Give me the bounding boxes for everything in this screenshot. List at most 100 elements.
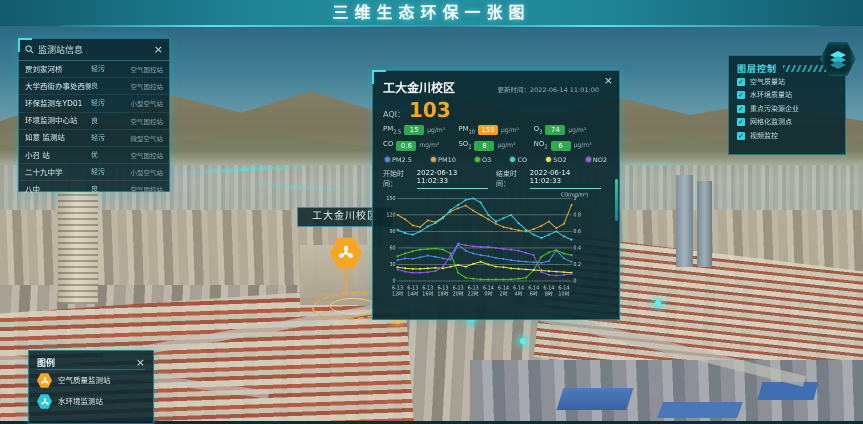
svg-text:CO(mg/m³): CO(mg/m³) [561,192,588,198]
pollutant-name: O3 [534,125,543,135]
station-list: 贾刘家河桥 轻污 空气国控站 大学西街办事处西侧 良 空气国控站 环保监测车YD… [19,61,169,199]
layer-toggle-item[interactable]: ✓ 水环境质量站 [737,89,837,103]
layer-toggle-item[interactable]: ✓ 网格化监测点 [737,116,837,130]
station-name: 大学西街办事处西侧 [25,81,91,92]
layer-label: 重点污染源企业 [750,104,799,114]
svg-text:30: 30 [389,262,395,268]
station-type: 空气国控站 [113,116,163,126]
checkbox-checked-icon[interactable]: ✓ [737,91,745,99]
chart-legend-item[interactable]: PM10 [431,156,456,164]
start-time-label: 开始时间： [383,169,417,189]
chart-legend-item[interactable]: NO2 [586,156,607,164]
blue-roof-warehouse [758,382,819,400]
popup-station-title: 工大金川校区 [383,79,455,96]
app-header: 三维生态环保一张图 [0,0,863,26]
pollutant-cell: O3 74 μg/m³ [534,125,609,135]
close-icon[interactable]: × [154,44,163,55]
checkbox-checked-icon[interactable]: ✓ [737,132,745,140]
station-name: 如意 监测站 [25,132,91,143]
svg-text:6-142时: 6-142时 [498,286,509,298]
legend-label: CO [517,156,527,164]
line-chart-canvas[interactable]: 030609012015000.20.40.60.81CO(mg/m³)6-13… [383,191,589,301]
station-name: 贾刘家河桥 [25,64,91,75]
station-list-item[interactable]: 贾刘家河桥 轻污 空气国控站 [19,61,169,78]
checkbox-checked-icon[interactable]: ✓ [737,78,745,86]
chart-legend-item[interactable]: SO2 [546,156,566,164]
legend-panel-title: 图例 [37,356,136,369]
svg-text:90: 90 [389,229,395,235]
close-icon[interactable]: × [604,75,613,86]
pollutant-cell: NO2 6 μg/m³ [534,140,609,150]
landmark-tower [58,192,98,304]
layer-toggle-item[interactable]: ✓ 空气质量站 [737,75,837,89]
station-panel-title: 监测站信息 [38,43,154,56]
svg-text:0: 0 [393,279,396,285]
station-type: 空气国控站 [113,64,163,74]
layer-toggle-item[interactable]: ✓ 重点污染源企业 [737,102,837,116]
highrise-tower [697,181,712,267]
station-name: 环境监测中心站 [25,115,91,126]
legend-dot-icon [586,157,591,162]
pollutant-cell: CO 0.6 mg/m³ [383,140,458,150]
chart-legend-item[interactable]: PM2.5 [385,156,412,164]
header-accent-line-left [59,25,440,27]
layer-label: 空气质量站 [750,77,785,87]
pollutant-name: SO2 [458,140,471,150]
popup-scrollbar[interactable] [615,179,618,221]
legend-label: SO2 [553,156,566,164]
station-name: 二十九中学 [25,167,91,178]
pollutant-name: PM2.5 [383,125,401,135]
station-aqi-level: 轻污 [91,98,113,108]
search-icon[interactable] [25,45,34,54]
end-time-input[interactable]: 2022-06-14 11:02:33 [530,169,601,189]
legend-item[interactable]: 空气质量监测站 [37,370,145,391]
svg-text:6-1320时: 6-1320时 [453,286,464,298]
svg-text:6-1316时: 6-1316时 [422,286,433,298]
station-name: 小召 站 [25,150,91,161]
svg-text:6-1314时: 6-1314时 [407,286,418,298]
station-list-item[interactable]: 如意 监测站 轻污 微型空气站 [19,130,169,147]
legend-label: O3 [482,156,491,164]
station-list-item[interactable]: 八中 良 空气国控站 [19,181,169,198]
pollutant-unit: μg/m³ [427,127,445,134]
station-list-item[interactable]: 环保监测车YD01 轻污 小型空气站 [19,95,169,112]
station-list-item[interactable]: 小召 站 优 空气国控站 [19,147,169,164]
layer-toggle-item[interactable]: ✓ 视频监控 [737,129,837,143]
pollutant-cell: SO2 8 μg/m³ [458,140,533,150]
station-aqi-level: 优 [91,150,113,160]
pollutant-unit: μg/m³ [497,142,515,149]
svg-text:6-140时: 6-140时 [483,286,494,298]
legend-item[interactable]: 水环境监测站 [37,391,145,412]
close-icon[interactable]: × [136,357,145,368]
svg-text:6-146时: 6-146时 [528,286,539,298]
map-legend-panel: 图例 × 空气质量监测站 水环境监测站 [28,350,154,424]
svg-text:6-1410时: 6-1410时 [558,286,569,298]
station-list-panel: 监测站信息 × 贾刘家河桥 轻污 空气国控站 大学西街办事处西侧 良 空气国控站… [18,38,170,192]
station-type: 空气国控站 [113,184,163,194]
update-time: 更新时间：2022-06-14 11:01:00 [455,84,599,94]
marker-pulse-ring-inner [330,298,376,314]
end-time-label: 结束时间： [496,169,530,189]
svg-text:6-1318时: 6-1318时 [437,286,448,298]
legend-dot-icon [385,157,390,162]
layer-panel-title: 图层控制 [737,62,777,75]
station-name: 八中 [25,184,91,195]
station-list-item[interactable]: 大学西街办事处西侧 良 空气国控站 [19,78,169,95]
pollutant-unit: μg/m³ [568,127,586,134]
start-time-input[interactable]: 2022-06-13 11:02:33 [417,169,488,189]
chart-legend-item[interactable]: CO [510,156,527,164]
svg-text:150: 150 [386,196,395,202]
pollutant-value-badge: 15 [404,125,424,135]
legend-item-label: 空气质量监测站 [58,375,111,386]
pollutant-value-badge: 8 [474,141,494,151]
layer-label: 水环境质量站 [750,90,792,100]
checkbox-checked-icon[interactable]: ✓ [737,118,745,126]
checkbox-checked-icon[interactable]: ✓ [737,105,745,113]
station-list-item[interactable]: 环境监测中心站 良 空气国控站 [19,113,169,130]
station-list-item[interactable]: 二十九中学 轻污 小型空气站 [19,164,169,181]
svg-text:0.6: 0.6 [573,229,581,235]
chart-legend-item[interactable]: O3 [475,156,491,164]
highrise-tower [676,175,693,267]
aqi-value: 103 [409,100,451,120]
layers-icon [828,49,848,69]
